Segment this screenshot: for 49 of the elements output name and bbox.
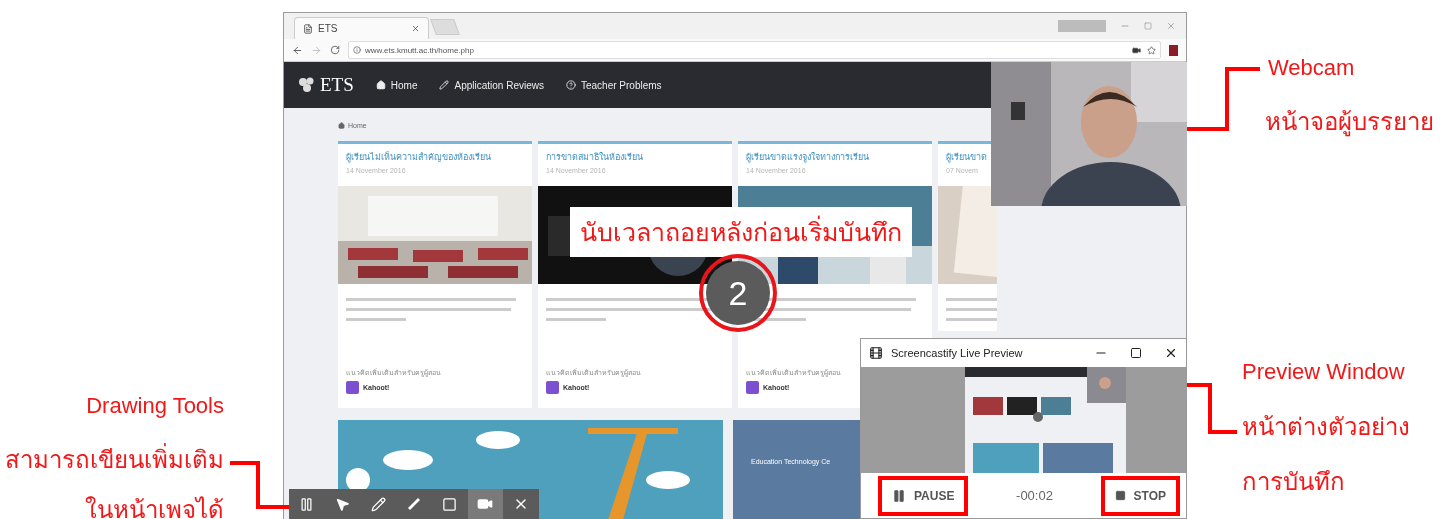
kahoot-icon bbox=[746, 381, 759, 394]
annotation-label: Webcam bbox=[1268, 55, 1355, 82]
maximize-icon[interactable] bbox=[1130, 347, 1142, 359]
site-logo[interactable]: ETS bbox=[320, 74, 354, 96]
annotation-label: การบันทึก bbox=[1242, 468, 1345, 497]
square-icon bbox=[442, 496, 458, 512]
camera-tool[interactable] bbox=[467, 489, 504, 519]
stop-button[interactable]: STOP bbox=[1100, 475, 1180, 516]
annotation-label: Drawing Tools bbox=[86, 393, 224, 420]
annotation-label: ในหน้าเพจได้ bbox=[85, 496, 224, 519]
annotation-label: หน้าจอผู้บรรยาย bbox=[1265, 108, 1434, 137]
nav-link[interactable]: Application Reviews bbox=[439, 79, 544, 91]
reload-icon[interactable] bbox=[330, 45, 340, 55]
card-title: ผู้เรียนขาดแรงจูงใจทางการเรียน bbox=[745, 151, 870, 164]
pencil-icon bbox=[439, 80, 450, 90]
kahoot-icon bbox=[546, 381, 559, 394]
browser-tab[interactable]: ETS bbox=[294, 17, 429, 39]
card-title: ผู้เรียนขาด bbox=[945, 151, 988, 164]
extension-icon[interactable] bbox=[1169, 44, 1178, 56]
leader-line bbox=[1187, 383, 1237, 435]
countdown-tooltip: นับเวลาถอยหลังก่อนเริ่มบันทึก bbox=[570, 207, 912, 257]
annotation-label: หน้าต่างตัวอย่าง bbox=[1242, 413, 1410, 442]
home-icon bbox=[338, 122, 345, 129]
annotation-label: Preview Window bbox=[1242, 359, 1405, 386]
home-icon bbox=[375, 80, 386, 90]
leader-line bbox=[230, 461, 289, 509]
star-icon[interactable] bbox=[1147, 45, 1156, 55]
camera-icon bbox=[477, 496, 494, 512]
recording-timer: -00:02 bbox=[1016, 488, 1053, 503]
card-title: การขาดสมาธิในห้องเรียน bbox=[545, 151, 644, 164]
card-title: ผู้เรียนไม่เห็นความสำคัญของห้องเรียน bbox=[345, 150, 492, 164]
pause-button[interactable]: PAUSE bbox=[878, 475, 969, 516]
nav-link[interactable]: Teacher Problems bbox=[565, 79, 662, 91]
address-bar[interactable]: www.ets.kmutt.ac.th/home.php bbox=[348, 41, 1161, 59]
film-icon bbox=[869, 346, 883, 360]
pause-icon bbox=[299, 496, 315, 512]
camera-icon[interactable] bbox=[1132, 45, 1141, 55]
stop-icon bbox=[1114, 490, 1126, 501]
kahoot-icon bbox=[346, 381, 359, 394]
nav-link[interactable]: Home bbox=[375, 79, 418, 91]
pause-icon bbox=[892, 488, 906, 503]
page-icon bbox=[303, 23, 313, 34]
marker-icon bbox=[406, 497, 422, 511]
pointer-icon bbox=[335, 496, 351, 512]
info-icon bbox=[353, 46, 361, 54]
pencil-icon bbox=[370, 496, 386, 512]
close-icon[interactable] bbox=[1164, 346, 1178, 360]
back-icon[interactable] bbox=[292, 44, 303, 56]
question-icon bbox=[565, 80, 576, 90]
